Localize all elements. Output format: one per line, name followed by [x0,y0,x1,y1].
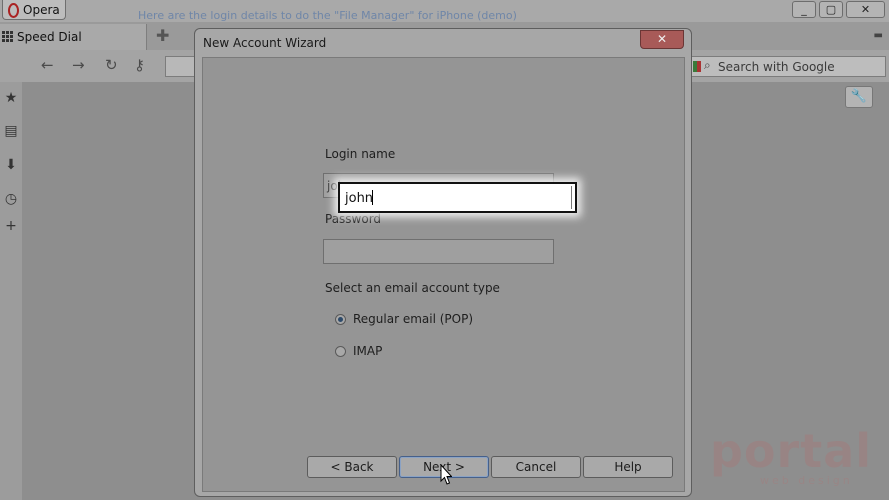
browser-titlebar: Opera Here are the login details to do t… [0,0,889,22]
login-name-label: Login name [325,147,396,161]
dialog-title: New Account Wizard [203,36,327,50]
opera-logo-icon [8,3,19,18]
reload-icon[interactable]: ↻ [105,56,118,74]
dialog-body [202,57,685,492]
wrench-icon[interactable]: 🔧 [845,86,873,108]
search-placeholder: Search with Google [718,60,835,74]
new-account-wizard-dialog: New Account Wizard ✕ Login name john Pas… [194,28,692,497]
minimize-button[interactable]: _ [792,1,816,18]
speed-dial-icon [2,31,13,42]
search-icon: ⌕ [704,58,711,72]
back-button[interactable]: < Back [307,456,397,478]
forward-nav-icon[interactable]: → [72,56,85,74]
radio-pop-label[interactable]: Regular email (POP) [353,312,473,326]
tab-label: Speed Dial [17,30,82,44]
mouse-pointer-icon [440,464,452,485]
radio-imap[interactable] [335,346,346,357]
dialog-close-button[interactable]: ✕ [640,30,684,49]
search-engine-icon [693,61,701,72]
account-type-label: Select an email account type [325,281,500,295]
zoom-callout-login-field: john [338,182,577,213]
close-window-button[interactable]: ✕ [846,1,885,18]
tab-speed-dial[interactable]: Speed Dial [0,24,147,50]
history-clock-icon[interactable]: ◷ [3,191,19,207]
cancel-button[interactable]: Cancel [491,456,581,478]
password-field[interactable] [323,239,554,264]
radio-pop[interactable] [335,314,346,325]
zoom-field-edge [571,186,572,209]
bookmarks-star-icon[interactable]: ★ [3,90,19,106]
new-tab-icon[interactable]: ✚ [156,28,169,44]
back-nav-icon[interactable]: ← [41,56,54,74]
hint-text: Here are the login details to do the "Fi… [138,9,517,22]
opera-menu-button[interactable]: Opera [2,0,66,20]
radio-selected-dot [338,317,343,322]
add-panel-icon[interactable]: + [3,218,19,234]
tab-overflow-icon[interactable]: ▬ [874,30,883,41]
downloads-icon[interactable]: ⬇ [3,157,19,173]
help-button[interactable]: Help [583,456,673,478]
maximize-button[interactable]: ▢ [819,1,843,18]
sidebar-panel: ★ ▤ ⬇ ◷ + [0,82,23,500]
key-icon[interactable]: ⚷ [134,56,145,74]
text-caret [372,190,373,205]
zoom-callout-value: john [345,191,374,206]
portal-watermark-logo: portal [710,424,873,478]
radio-imap-label[interactable]: IMAP [353,344,382,358]
opera-menu-label: Opera [23,3,60,17]
notes-icon[interactable]: ▤ [3,123,19,139]
portal-watermark-subtitle: web design [760,474,853,487]
search-field[interactable]: ⌕ Search with Google [689,56,886,77]
password-label: Password [325,212,382,226]
